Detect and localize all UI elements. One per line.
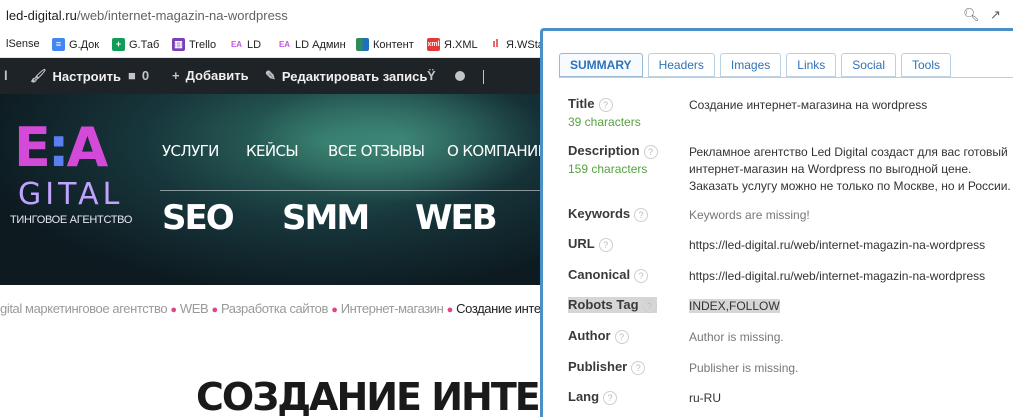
help-icon[interactable]: ? [643, 144, 658, 159]
trello-icon: ▥ [172, 38, 185, 51]
add-new-button[interactable]: + Добавить [172, 68, 249, 83]
publisher-label: Publisher [568, 359, 628, 374]
bookmark-trello[interactable]: ▥ Trello [172, 38, 216, 51]
keywords-value: Keywords are missing! [689, 208, 810, 222]
breadcrumb-shop[interactable]: Интернет-магазин [341, 301, 444, 316]
help-icon[interactable]: ? [634, 207, 649, 222]
robots-label: Robots Tag [568, 297, 639, 312]
url-label: URL [568, 236, 595, 251]
nav-cases[interactable]: КЕЙСЫ [246, 142, 299, 160]
seo-meta-panel: SUMMARY Headers Images Links Social Tool… [540, 28, 1013, 417]
search-cursor[interactable] [483, 70, 484, 84]
yandex-wordstat-icon: ıl [489, 38, 502, 51]
description-count: 159 characters [568, 162, 648, 176]
nav-about[interactable]: О КОМПАНИИ [447, 142, 545, 160]
ld-icon: ЕА [278, 38, 291, 51]
url-text[interactable]: led-digital.ru/web/internet-magazin-na-w… [6, 8, 288, 23]
breadcrumb-home[interactable]: gital маркетинговое агентство [0, 301, 168, 316]
panel-tabs: SUMMARY Headers Images Links Social Tool… [559, 53, 951, 77]
yoast-button[interactable]: Ÿ [427, 68, 436, 83]
help-icon[interactable]: ? [634, 268, 649, 283]
yoast-icon: Ÿ [427, 68, 436, 83]
share-icon[interactable]: ↗ [990, 7, 1001, 23]
help-icon[interactable]: ? [631, 360, 646, 375]
bookmark-yandex-xml[interactable]: xml Я.XML [427, 38, 478, 51]
tab-headers[interactable]: Headers [647, 53, 715, 77]
title-count: 39 characters [568, 115, 641, 129]
hero-banner: Е:А GITAL ТИНГОВОЕ АГЕНТСТВО УСЛУГИ КЕЙС… [0, 94, 545, 285]
brush-icon: 🖌︎ [30, 68, 47, 83]
logo-text: GITAL [18, 177, 124, 212]
description-value: Рекламное агентство Led Digital создаст … [689, 145, 1011, 193]
service-smm[interactable]: SMM [282, 198, 370, 238]
keywords-label: Keywords [568, 206, 631, 221]
tab-links[interactable]: Links [786, 53, 837, 77]
tab-tools[interactable]: Tools [900, 53, 951, 77]
url-domain: led-digital.ru [6, 8, 77, 23]
breadcrumb-web[interactable]: WEB [180, 301, 209, 316]
content-icon [356, 38, 369, 51]
bookmark-ld-admin[interactable]: ЕА LD Админ [278, 38, 346, 51]
canonical-label: Canonical [568, 267, 631, 282]
help-icon[interactable]: ? [642, 298, 657, 313]
customize-button[interactable]: 🖌︎ Настроить [30, 68, 121, 84]
title-value: Создание интернет-магазина на wordpress [689, 98, 928, 112]
plus-icon: + [172, 68, 180, 83]
help-icon[interactable]: ? [598, 97, 613, 112]
tab-images[interactable]: Images [719, 53, 782, 77]
tab-social[interactable]: Social [841, 53, 896, 77]
author-label: Author [568, 328, 611, 343]
seo-status-dot [455, 71, 465, 81]
bookmark-gdoc[interactable]: ≡ G.Док [52, 38, 99, 51]
comments-button[interactable]: ■ 0 [128, 68, 149, 83]
comment-icon: ■ [128, 68, 136, 83]
bookmark-yandex-wordstat[interactable]: ıl Я.WStat [489, 38, 547, 51]
bookmark-lsense[interactable]: lSense [6, 38, 40, 50]
wp-admin-bar: l 🖌︎ Настроить ■ 0 + Добавить ✎ Редактироват… [0, 58, 545, 94]
tab-summary[interactable]: SUMMARY [559, 53, 643, 77]
url-value[interactable]: https://led-digital.ru/web/internet-maga… [689, 237, 1013, 254]
bookmark-ld[interactable]: ЕА LD [230, 38, 261, 51]
robots-value: INDEX,FOLLOW [689, 299, 780, 313]
nav-divider [160, 190, 545, 191]
lang-label: Lang [568, 389, 600, 404]
ld-icon: ЕА [230, 38, 243, 51]
author-value: Author is missing. [689, 330, 784, 344]
service-seo[interactable]: SEO [162, 198, 235, 238]
service-web[interactable]: WEB [415, 198, 498, 238]
wp-menu-fragment[interactable]: l [4, 68, 8, 83]
help-icon[interactable]: ? [603, 390, 618, 405]
zoom-icon[interactable]: 🔍︎ [963, 7, 980, 23]
pencil-icon: ✎ [265, 68, 276, 83]
nav-services[interactable]: УСЛУГИ [162, 142, 219, 160]
description-label: Description [568, 143, 640, 158]
nav-reviews[interactable]: ВСЕ ОТЗЫВЫ [328, 142, 425, 160]
publisher-value: Publisher is missing. [689, 361, 799, 375]
help-icon[interactable]: ? [598, 237, 613, 252]
logo-mark[interactable]: Е:А [14, 116, 108, 179]
lang-value: ru-RU [689, 391, 721, 405]
bookmark-gsheet[interactable]: + G.Таб [112, 38, 159, 51]
google-sheets-icon: + [112, 38, 125, 51]
breadcrumb: gital маркетинговое агентство ● WEB ● Ра… [0, 301, 567, 316]
url-path: /web/internet-magazin-na-wordpress [76, 8, 288, 23]
bookmark-content[interactable]: Контент [356, 38, 414, 51]
canonical-value[interactable]: https://led-digital.ru/web/internet-maga… [689, 268, 1013, 285]
breadcrumb-dev[interactable]: Разработка сайтов [221, 301, 328, 316]
yandex-xml-icon: xml [427, 38, 440, 51]
logo-subtitle: ТИНГОВОЕ АГЕНТСТВО [10, 214, 133, 226]
help-icon[interactable]: ? [614, 329, 629, 344]
google-docs-icon: ≡ [52, 38, 65, 51]
title-label: Title [568, 96, 595, 111]
edit-post-button[interactable]: ✎ Редактировать запись [265, 68, 427, 84]
